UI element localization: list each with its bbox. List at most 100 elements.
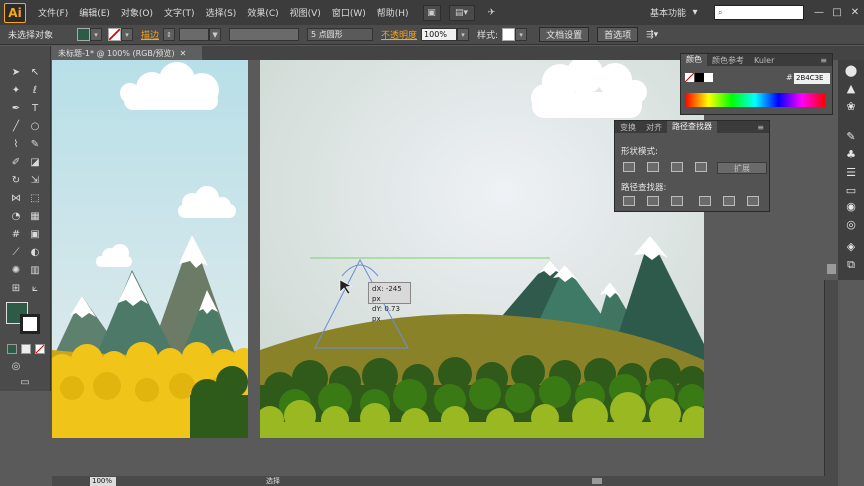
bridge-icon[interactable]: ▣	[422, 4, 441, 21]
tab-transform[interactable]: 变换	[615, 122, 641, 133]
unite-icon[interactable]	[623, 162, 635, 172]
close-button[interactable]: ✕	[846, 7, 864, 18]
graphic-style-swatch[interactable]	[502, 28, 516, 41]
arrange-documents-icon[interactable]: ▤▾	[448, 4, 475, 21]
appearance-panel-icon[interactable]: ◎	[843, 218, 859, 232]
eyedropper-icon[interactable]: ⟋	[9, 246, 23, 260]
crop-icon[interactable]	[699, 196, 711, 206]
mesh-icon[interactable]: #	[9, 228, 23, 242]
symbols-icon[interactable]: ♣	[843, 148, 859, 162]
rectangle-tool-icon[interactable]: ○	[28, 120, 42, 134]
width-tool-icon[interactable]: ⋈	[9, 192, 23, 206]
stroke-dropdown-icon[interactable]: ▾	[121, 28, 134, 41]
menu-type[interactable]: 文字(T)	[164, 6, 195, 19]
fill-color-swatch[interactable]	[77, 28, 91, 41]
blob-brush-icon[interactable]: ✐	[9, 156, 23, 170]
stroke-panel-icon[interactable]: ☰	[843, 166, 859, 180]
none-swatch-icon[interactable]	[685, 73, 694, 82]
brush-definition[interactable]: 5 点圆形	[307, 28, 374, 41]
workspace-dropdown-icon[interactable]: ▾	[686, 7, 704, 18]
artboard-main[interactable]	[260, 60, 704, 438]
symbol-sprayer-icon[interactable]: ✺	[9, 264, 23, 278]
artboards-panel-icon[interactable]: ⧉	[843, 258, 859, 272]
tab-align[interactable]: 对齐	[641, 122, 667, 133]
layers-panel-icon[interactable]: ◈	[843, 240, 859, 254]
stroke-weight-stepper[interactable]: ⇕	[163, 28, 176, 41]
opacity-dropdown-icon[interactable]: ▾	[457, 28, 470, 41]
gpu-performance-icon[interactable]: ✈	[483, 5, 501, 21]
trim-icon[interactable]	[647, 196, 659, 206]
screen-mode-icon[interactable]: ▭	[18, 376, 32, 390]
minimize-button[interactable]: —	[810, 7, 828, 18]
preferences-button[interactable]: 首选项	[597, 27, 639, 42]
brushes-icon[interactable]: ✎	[843, 130, 859, 144]
stroke-color-swatch[interactable]	[108, 28, 122, 41]
intersect-icon[interactable]	[671, 162, 683, 172]
none-mode-icon[interactable]	[35, 344, 45, 354]
pen-tool-icon[interactable]: ✒	[9, 102, 23, 116]
panel-menu-icon[interactable]: ≡	[752, 123, 769, 132]
magic-wand-icon[interactable]: ✦	[9, 84, 23, 98]
color-guide-icon[interactable]: ▲	[843, 82, 859, 96]
gradient-panel-icon[interactable]: ▭	[843, 184, 859, 198]
vertical-scroll-thumb[interactable]	[827, 264, 836, 274]
swatches-icon[interactable]: ❀	[843, 100, 859, 114]
rotate-icon[interactable]: ↻	[9, 174, 23, 188]
tab-color[interactable]: 颜色	[681, 54, 707, 66]
shape-builder-icon[interactable]: ◔	[9, 210, 23, 224]
menu-window[interactable]: 窗口(W)	[332, 6, 366, 19]
tab-color-guide[interactable]: 颜色参考	[707, 55, 749, 66]
artboard-icon[interactable]: ⊞	[9, 282, 23, 296]
paintbrush-icon[interactable]: ⌇	[9, 138, 23, 152]
menu-help[interactable]: 帮助(H)	[377, 6, 409, 19]
menu-view[interactable]: 视图(V)	[290, 6, 321, 19]
free-transform-icon[interactable]: ⬚	[28, 192, 42, 206]
menu-file[interactable]: 文件(F)	[38, 6, 68, 19]
color-mode-icon[interactable]	[7, 344, 17, 354]
direct-selection-tool-icon[interactable]: ↖	[28, 66, 42, 80]
hex-value-field[interactable]: 2B4C3E	[794, 73, 830, 84]
help-search-input[interactable]: ⌕	[714, 5, 804, 20]
zoom-level-field[interactable]: 100%	[90, 476, 116, 486]
stroke-label[interactable]: 描边	[141, 28, 159, 41]
tab-pathfinder[interactable]: 路径查找器	[667, 121, 717, 133]
lasso-icon[interactable]: ℓ	[28, 84, 42, 98]
close-tab-icon[interactable]: ✕	[180, 49, 187, 58]
variable-width-profile[interactable]	[229, 28, 300, 41]
pencil-icon[interactable]: ✎	[28, 138, 42, 152]
opacity-field[interactable]: 100%	[421, 28, 458, 41]
panel-menu-icon[interactable]: ≡	[815, 56, 832, 65]
workspace-switcher[interactable]: 基本功能	[650, 6, 686, 19]
menu-object[interactable]: 对象(O)	[121, 6, 153, 19]
fill-dropdown-icon[interactable]: ▾	[90, 28, 103, 41]
color-panel-icon[interactable]: ⬤	[843, 64, 859, 78]
horizontal-scroll-thumb[interactable]	[592, 478, 602, 484]
gradient-icon[interactable]: ▣	[28, 228, 42, 242]
maximize-button[interactable]: □	[828, 7, 846, 18]
menu-edit[interactable]: 编辑(E)	[79, 6, 110, 19]
arrange-icon[interactable]: ⇶▾	[646, 30, 658, 40]
stroke-weight-dropdown-icon[interactable]: ▼	[209, 28, 222, 41]
style-dropdown-icon[interactable]: ▾	[515, 28, 528, 41]
divide-icon[interactable]	[623, 196, 635, 206]
draw-mode-icon[interactable]: ◎	[9, 360, 23, 374]
minus-back-icon[interactable]	[747, 196, 759, 206]
vertical-scrollbar[interactable]	[824, 264, 838, 476]
black-swatch[interactable]	[695, 73, 704, 82]
tab-kuler[interactable]: Kuler	[749, 56, 779, 65]
type-tool-icon[interactable]: T	[28, 102, 42, 116]
color-spectrum[interactable]	[685, 93, 825, 107]
column-graph-icon[interactable]: ▥	[28, 264, 42, 278]
merge-icon[interactable]	[671, 196, 683, 206]
scale-icon[interactable]: ⇲	[28, 174, 42, 188]
menu-effect[interactable]: 效果(C)	[247, 6, 278, 19]
stroke-swatch[interactable]	[20, 314, 40, 334]
expand-button[interactable]: 扩展	[717, 162, 767, 174]
outline-icon[interactable]	[723, 196, 735, 206]
document-tab[interactable]: 未标题-1* @ 100% (RGB/预览) ✕	[52, 46, 202, 60]
blend-icon[interactable]: ◐	[28, 246, 42, 260]
opacity-label[interactable]: 不透明度	[381, 28, 417, 41]
selection-tool-icon[interactable]: ➤	[9, 66, 23, 80]
line-tool-icon[interactable]: ╱	[9, 120, 23, 134]
document-setup-button[interactable]: 文档设置	[539, 27, 590, 42]
